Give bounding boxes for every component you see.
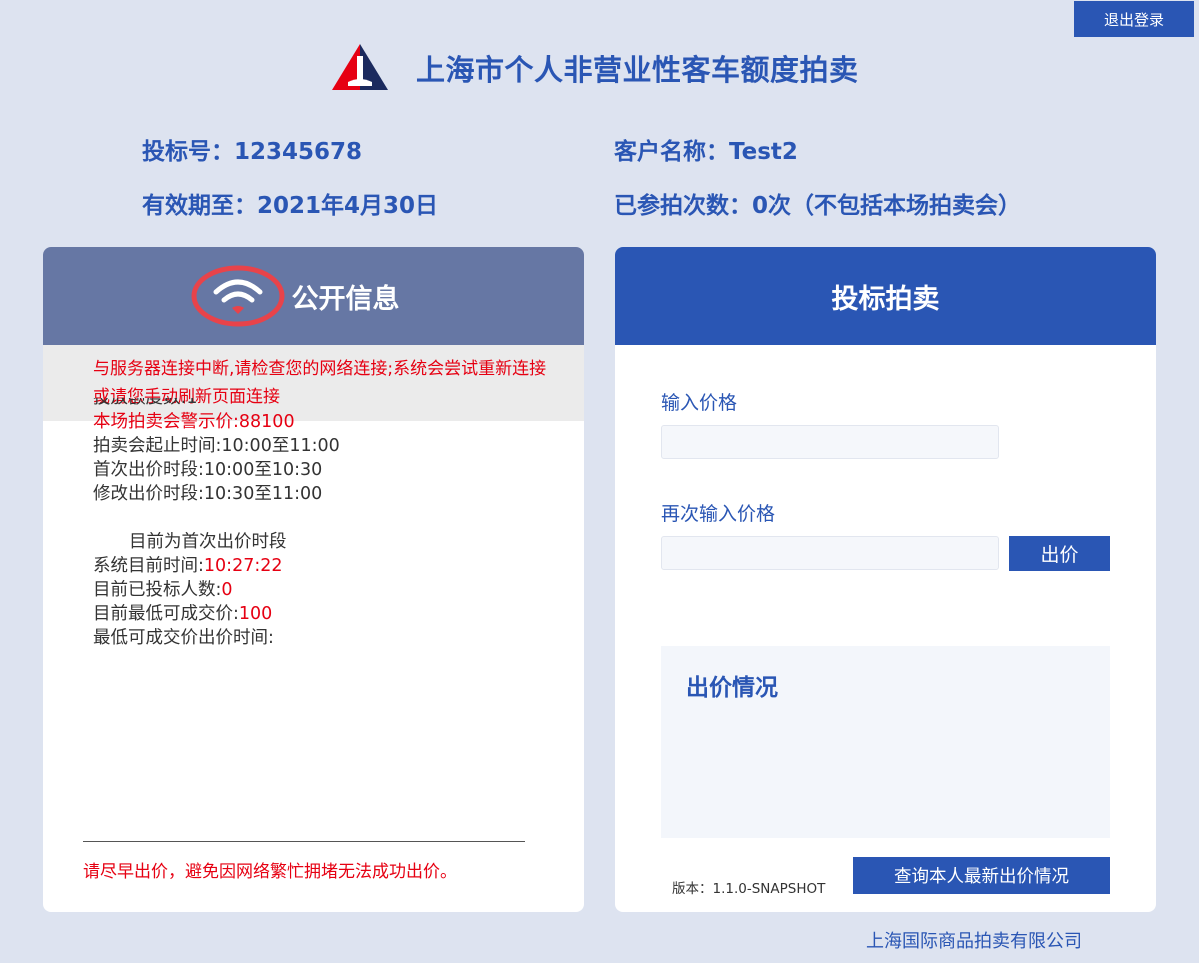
lowest-price: 目前最低可成交价:100	[93, 604, 273, 624]
auction-info-list: 投放额度数:1 本场拍卖会警示价:88100 拍卖会起止时间:10:00至11:…	[93, 398, 563, 650]
first-bid-period: 首次出价时段:10:00至10:30	[93, 460, 323, 480]
public-info-title: 公开信息	[291, 283, 400, 315]
bid-tip: 请尽早出价，避免因网络繁忙拥堵无法成功出价。	[83, 862, 457, 882]
warning-price: 本场拍卖会警示价:88100	[93, 412, 295, 432]
modify-bid-period: 修改出价时段:10:30至11:00	[93, 484, 323, 504]
auction-logo-icon	[332, 44, 388, 90]
valid-until: 有效期至：2021年4月30日	[142, 193, 439, 219]
system-time: 系统目前时间:10:27:22	[93, 556, 283, 576]
price-label: 输入价格	[661, 392, 738, 414]
confirm-price-input[interactable]	[661, 536, 999, 570]
page-title: 上海市个人非营业性客车额度拍卖	[416, 53, 859, 87]
divider	[83, 841, 525, 842]
bid-panel: 投标拍卖 输入价格 再次输入价格 出价 出价情况 版本：1.1.0-SNAPSH…	[615, 247, 1156, 912]
app-header: 上海市个人非营业性客车额度拍卖	[332, 40, 859, 96]
current-period: 目前为首次出价时段	[129, 532, 287, 552]
footer-company: 上海国际商品拍卖有限公司	[866, 931, 1082, 952]
public-info-header: 公开信息	[43, 247, 584, 345]
bid-panel-header: 投标拍卖	[615, 247, 1156, 345]
logout-button[interactable]: 退出登录	[1074, 1, 1194, 37]
price-input[interactable]	[661, 425, 999, 459]
bid-number: 投标号：12345678	[142, 139, 363, 165]
bid-status-title: 出价情况	[686, 675, 778, 701]
bid-status-box: 出价情况	[661, 646, 1110, 838]
bid-button[interactable]: 出价	[1009, 536, 1110, 571]
bidders-count: 目前已投标人数:0	[93, 580, 233, 600]
query-latest-bid-button[interactable]: 查询本人最新出价情况	[853, 857, 1110, 894]
session-time: 拍卖会起止时间:10:00至11:00	[93, 436, 340, 456]
public-info-panel: 公开信息 与服务器连接中断,请检查您的网络连接;系统会尝试重新连接或请您手动刷新…	[43, 247, 584, 912]
customer-name: 客户名称：Test2	[614, 139, 798, 165]
version-label: 版本：1.1.0-SNAPSHOT	[672, 881, 826, 897]
lowest-price-time: 最低可成交价出价时间:	[93, 628, 274, 648]
clipped-info-line: 投放额度数:1	[93, 398, 198, 408]
wifi-icon	[190, 264, 286, 328]
bid-panel-title: 投标拍卖	[831, 283, 940, 315]
participation-count: 已参拍次数：0次（不包括本场拍卖会）	[614, 193, 1022, 219]
confirm-price-label: 再次输入价格	[661, 503, 776, 525]
